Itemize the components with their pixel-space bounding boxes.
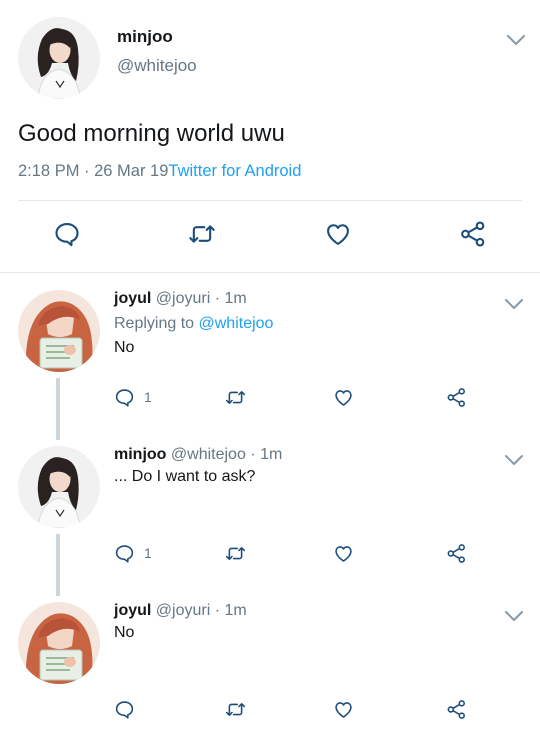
divider (18, 200, 522, 201)
retweet-button[interactable] (225, 541, 246, 565)
reply-text: No (114, 339, 135, 356)
share-button[interactable] (459, 220, 491, 252)
reply-count: 1 (144, 389, 152, 405)
author-handle[interactable]: @joyuri (156, 602, 210, 619)
reply-tweet[interactable]: joyul @joyuri · 1m No (0, 602, 540, 744)
chevron-down-icon[interactable] (504, 453, 524, 467)
like-button[interactable] (333, 697, 354, 721)
replying-to: Replying to @whitejoo (114, 315, 273, 333)
like-icon (324, 220, 352, 248)
chevron-down-icon[interactable] (506, 33, 526, 47)
like-icon (333, 543, 354, 564)
author-handle[interactable]: @joyuri (156, 290, 210, 307)
avatar-joyul-image (18, 290, 100, 372)
author-name[interactable]: minjoo (114, 446, 166, 463)
reply-tweet[interactable]: joyul @joyuri · 1m Replying to @whitejoo… (0, 290, 540, 446)
main-tweet: minjoo @whitejoo Good morning world uwu … (0, 0, 540, 272)
reply-button[interactable]: 1 (114, 385, 152, 409)
chevron-down-icon[interactable] (504, 609, 524, 623)
reply-actions: 1 (0, 541, 540, 565)
reply-icon (114, 699, 135, 720)
like-button[interactable] (333, 541, 354, 565)
reply-tweet[interactable]: minjoo @whitejoo · 1m ... Do I want to a… (0, 446, 540, 602)
author-name[interactable]: minjoo (117, 27, 173, 47)
retweet-icon (188, 220, 216, 248)
reply-header: minjoo @whitejoo · 1m (114, 446, 282, 464)
avatar[interactable] (18, 17, 100, 99)
chevron-down-icon[interactable] (504, 297, 524, 311)
avatar[interactable] (18, 290, 100, 372)
author-handle[interactable]: @whitejoo (117, 56, 197, 76)
reply-header: joyul @joyuri · 1m (114, 602, 247, 620)
like-icon (333, 699, 354, 720)
avatar-minjoo-image (18, 446, 100, 528)
retweet-button[interactable] (225, 697, 246, 721)
share-button[interactable] (446, 697, 467, 721)
share-icon (446, 543, 467, 564)
reply-icon (53, 220, 81, 248)
avatar[interactable] (18, 602, 100, 684)
reply-time: · 1m (250, 446, 283, 463)
retweet-button[interactable] (188, 220, 220, 252)
reply-time: · 1m (214, 602, 247, 619)
reply-text: ... Do I want to ask? (114, 468, 256, 485)
reply-text: No (114, 624, 135, 641)
tweet-meta: 2:18 PM · 26 Mar 19Twitter for Android (18, 162, 301, 181)
reply-count: 1 (144, 545, 152, 561)
reply-button[interactable] (53, 220, 85, 252)
tweet-source-link[interactable]: Twitter for Android (168, 162, 301, 180)
replying-to-label: Replying to (114, 315, 195, 332)
reply-button[interactable] (114, 697, 144, 721)
avatar[interactable] (18, 446, 100, 528)
retweet-button[interactable] (225, 385, 246, 409)
author-name[interactable]: joyul (114, 602, 151, 619)
like-button[interactable] (333, 385, 354, 409)
like-button[interactable] (324, 220, 356, 252)
replying-to-handle[interactable]: @whitejoo (199, 315, 274, 332)
divider (0, 272, 540, 273)
reply-button[interactable]: 1 (114, 541, 152, 565)
tweet-actions (0, 220, 540, 254)
avatar-minjoo-image (18, 17, 100, 99)
share-button[interactable] (446, 541, 467, 565)
reply-time: · 1m (214, 290, 247, 307)
share-button[interactable] (446, 385, 467, 409)
share-icon (446, 387, 467, 408)
avatar-joyul-image (18, 602, 100, 684)
retweet-icon (225, 699, 246, 720)
share-icon (459, 220, 487, 248)
tweet-text: Good morning world uwu (18, 120, 285, 147)
tweet-timestamp: 2:18 PM · 26 Mar 19 (18, 162, 169, 180)
reply-icon (114, 543, 135, 564)
reply-icon (114, 387, 135, 408)
author-name[interactable]: joyul (114, 290, 151, 307)
author-handle[interactable]: @whitejoo (171, 446, 246, 463)
reply-header: joyul @joyuri · 1m (114, 290, 247, 308)
retweet-icon (225, 543, 246, 564)
retweet-icon (225, 387, 246, 408)
like-icon (333, 387, 354, 408)
reply-actions (0, 697, 540, 721)
share-icon (446, 699, 467, 720)
reply-actions: 1 (0, 385, 540, 409)
